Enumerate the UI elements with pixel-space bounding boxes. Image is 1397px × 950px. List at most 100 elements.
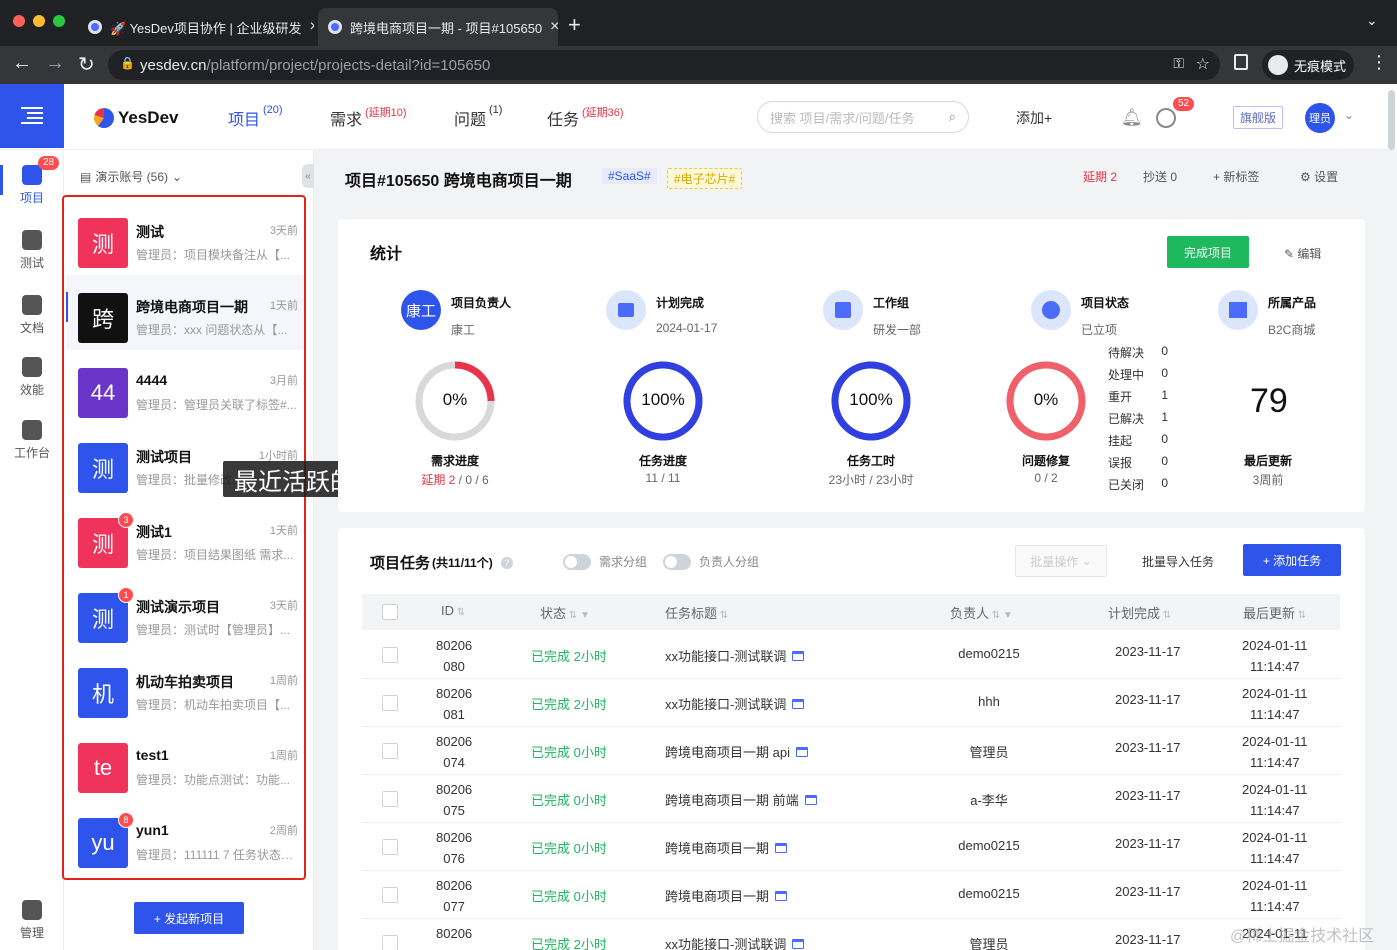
- table-row[interactable]: 80206 076 已完成 0小时 跨境电商项目一期 demo0215 2023-11-1…: [362, 823, 1340, 871]
- task-title[interactable]: xx功能接口-测试联调: [665, 694, 805, 713]
- account-label: 演示账号 (56): [95, 170, 169, 184]
- task-due: 2023-11-17: [1115, 692, 1181, 707]
- col-owner[interactable]: 负责人 ⇅ ▼: [950, 603, 1013, 622]
- nav-projects[interactable]: 项目 (20): [228, 104, 283, 130]
- collapse-panel-button[interactable]: «: [302, 164, 314, 188]
- timer-icon[interactable]: [1156, 108, 1176, 128]
- tag-saas[interactable]: #SaaS#: [602, 168, 657, 184]
- minimize-window-button[interactable]: [33, 15, 45, 27]
- task-title[interactable]: 跨境电商项目一期 前端: [665, 790, 817, 809]
- toggle-label: 负责人分组: [699, 555, 760, 569]
- settings-button[interactable]: ⚙ 设置: [1300, 168, 1338, 185]
- account-selector[interactable]: ▤ 演示账号 (56) ⌄: [80, 168, 182, 185]
- calendar-icon: [804, 795, 817, 805]
- close-tab-icon[interactable]: ×: [550, 18, 558, 36]
- tab-list-chevron-icon[interactable]: ⌄: [1366, 12, 1378, 29]
- ring-label: 需求进度: [430, 454, 479, 468]
- bulk-import-button[interactable]: 批量导入任务: [1142, 553, 1214, 570]
- task-updated: 2024-01-1111:14:47: [1242, 734, 1308, 770]
- search-placeholder: 搜索 项目/需求/问题/任务: [770, 110, 915, 126]
- task-title[interactable]: 跨境电商项目一期 api: [665, 742, 808, 761]
- help-icon[interactable]: ?: [500, 556, 513, 569]
- owner-group-toggle[interactable]: 负责人分组: [663, 553, 759, 570]
- col-title[interactable]: 任务标题 ⇅: [665, 603, 728, 622]
- progress-ring: 100%: [830, 360, 912, 442]
- table-row[interactable]: 80206 077 已完成 0小时 跨境电商项目一期 demo0215 2023-11-1…: [362, 871, 1340, 919]
- row-checkbox[interactable]: [382, 743, 398, 759]
- bulk-action-button[interactable]: 批量操作 ⌄: [1015, 545, 1107, 577]
- menu-toggle-button[interactable]: [0, 84, 64, 148]
- global-search-input[interactable]: 搜索 项目/需求/问题/任务 ⌕: [757, 101, 969, 133]
- sidebar-item-projects[interactable]: 项目: [0, 165, 64, 206]
- task-title[interactable]: 跨境电商项目一期: [665, 838, 788, 857]
- tag-chip[interactable]: #电子芯片#: [667, 168, 743, 189]
- chevron-down-icon[interactable]: ⌄: [1344, 108, 1354, 122]
- sidebar-item-docs[interactable]: 文档: [0, 295, 64, 336]
- requirement-group-toggle[interactable]: 需求分组: [563, 553, 647, 570]
- row-checkbox[interactable]: [382, 791, 398, 807]
- col-status[interactable]: 状态 ⇅ ▼: [540, 603, 590, 622]
- more-menu-icon[interactable]: ⋮: [1370, 52, 1388, 73]
- key-icon[interactable]: ⚿: [1173, 55, 1184, 72]
- issue-status-count: 1: [1161, 410, 1168, 424]
- incognito-label: 无痕模式: [1294, 58, 1347, 74]
- browser-tab-2[interactable]: 跨境电商项目一期 - 项目#105650 ×: [318, 8, 558, 46]
- task-status: 已完成 0小时: [531, 793, 607, 808]
- add-menu-button[interactable]: 添加+: [1016, 108, 1052, 128]
- info-value: 2024-01-17: [656, 321, 718, 335]
- delay-count[interactable]: 延期 2: [1083, 168, 1117, 185]
- add-task-button[interactable]: + 添加任务: [1243, 544, 1341, 576]
- address-bar[interactable]: 🔒 yesdev.cn/platform/project/projects-de…: [108, 50, 1220, 80]
- close-tab-icon[interactable]: ×: [310, 18, 315, 36]
- close-window-button[interactable]: [13, 15, 25, 27]
- browser-tab-1[interactable]: 🚀 YesDev项目协作 | 企业级研发 ×: [78, 8, 314, 46]
- cc-count[interactable]: 抄送 0: [1143, 168, 1177, 185]
- table-row[interactable]: 80206078已完成 2小时xx功能接口-测试联调管理员2023-11-172…: [362, 919, 1340, 950]
- sidepanel-icon[interactable]: [1234, 54, 1248, 70]
- new-tag-button[interactable]: + 新标签: [1213, 168, 1259, 185]
- row-checkbox[interactable]: [382, 935, 398, 950]
- task-title[interactable]: xx功能接口-测试联调: [665, 934, 805, 950]
- table-row[interactable]: 80206 075 已完成 0小时 跨境电商项目一期 前端 a-李华 2023-11-17…: [362, 775, 1340, 823]
- row-checkbox[interactable]: [382, 647, 398, 663]
- maximize-window-button[interactable]: [53, 15, 65, 27]
- complete-project-button[interactable]: 完成项目: [1167, 236, 1249, 268]
- col-updated[interactable]: 最后更新 ⇅: [1243, 603, 1306, 622]
- sidebar-item-workbench[interactable]: 工作台: [0, 420, 64, 461]
- table-row[interactable]: 80206 074 已完成 0小时 跨境电商项目一期 api 管理员 2023-11-17…: [362, 727, 1340, 775]
- task-title[interactable]: xx功能接口-测试联调: [665, 646, 805, 665]
- row-checkbox[interactable]: [382, 887, 398, 903]
- edit-button[interactable]: ✎ 编辑: [1284, 245, 1321, 262]
- table-row[interactable]: 80206 081 已完成 2小时 xx功能接口-测试联调 hhh 2023-11-17 2…: [362, 679, 1340, 727]
- user-avatar[interactable]: 理员: [1305, 103, 1335, 133]
- col-due[interactable]: 计划完成 ⇅: [1108, 603, 1171, 622]
- new-tab-icon[interactable]: +: [568, 12, 581, 38]
- col-id[interactable]: ID ⇅: [441, 603, 465, 618]
- issue-status-count: 0: [1161, 366, 1168, 380]
- row-checkbox[interactable]: [382, 695, 398, 711]
- incognito-indicator[interactable]: 无痕模式: [1262, 50, 1354, 80]
- sidebar-item-admin[interactable]: 管理: [0, 900, 64, 941]
- row-checkbox[interactable]: [382, 839, 398, 855]
- bell-icon[interactable]: 🔔︎: [1121, 108, 1143, 128]
- col-label: 计划完成: [1108, 606, 1161, 621]
- table-row[interactable]: 80206 080 已完成 2小时 xx功能接口-测试联调 demo0215 2023-1…: [362, 631, 1340, 679]
- forward-arrow-icon[interactable]: →: [45, 52, 65, 75]
- reload-icon[interactable]: ↻: [78, 52, 95, 77]
- yesdev-logo[interactable]: YesDev: [94, 108, 179, 128]
- task-due: 2023-11-17: [1115, 788, 1181, 803]
- info-label: 工作组: [873, 296, 910, 310]
- back-arrow-icon[interactable]: ←: [12, 52, 32, 75]
- page-scrollbar[interactable]: [1388, 90, 1395, 150]
- nav-issues[interactable]: 问题 (1): [454, 104, 502, 130]
- select-all-checkbox[interactable]: [382, 604, 398, 620]
- flagship-badge[interactable]: 旗舰版: [1233, 106, 1284, 129]
- task-title[interactable]: 跨境电商项目一期: [665, 886, 788, 905]
- sidebar-item-efficiency[interactable]: 效能: [0, 357, 64, 398]
- new-project-button[interactable]: + 发起新项目: [134, 902, 244, 934]
- nav-requirements[interactable]: 需求 (延期10): [330, 106, 407, 130]
- task-status: 已完成 0小时: [531, 841, 607, 856]
- sidebar-item-testing[interactable]: 测试: [0, 230, 64, 271]
- nav-tasks[interactable]: 任务 (延期36): [547, 106, 624, 130]
- bookmark-star-icon[interactable]: ☆: [1196, 54, 1210, 74]
